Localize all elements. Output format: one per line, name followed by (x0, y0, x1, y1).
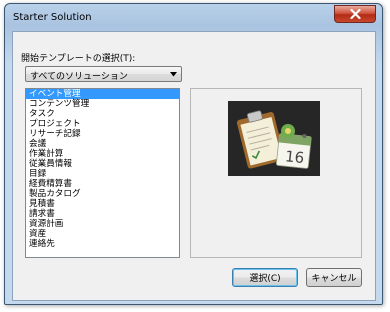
list-item[interactable]: 製品カタログ (26, 189, 179, 199)
template-select-label: 開始テンプレートの選択(T): (21, 54, 136, 64)
list-item[interactable]: 目録 (26, 169, 179, 179)
select-button[interactable]: 選択(C) (232, 268, 298, 287)
svg-text:16: 16 (284, 147, 305, 167)
close-button[interactable] (334, 5, 376, 23)
template-listbox[interactable]: イベント管理 コンテンツ管理 タスク プロジェクト リサーチ記録 会議 作業計算 従業員情報目… (25, 88, 180, 258)
list-item[interactable]: 会議 (26, 139, 179, 149)
title-bar[interactable]: Starter Solution (5, 4, 382, 30)
close-icon (349, 9, 361, 19)
list-item[interactable]: 請求書 (26, 209, 179, 219)
list-item[interactable]: 見積書 (26, 199, 179, 209)
chevron-down-icon (170, 72, 177, 77)
list-item[interactable]: 資産 (26, 229, 179, 239)
window-title: Starter Solution (13, 12, 92, 23)
list-item[interactable]: プロジェクト (26, 119, 179, 129)
list-item[interactable]: タスク (26, 109, 179, 119)
preview-panel: 16 (190, 88, 362, 258)
list-item[interactable]: 従業員情報 (26, 159, 179, 169)
cancel-button[interactable]: キャンセル (306, 268, 362, 287)
list-item[interactable]: イベント管理 (26, 89, 179, 99)
list-item[interactable]: 資源計画 (26, 219, 179, 229)
list-item[interactable]: 作業計算 (26, 149, 179, 159)
dropdown-value: すべてのソリューション (30, 72, 128, 82)
list-item[interactable]: リサーチ記録 (26, 129, 179, 139)
solution-dropdown[interactable]: すべてのソリューション (25, 66, 182, 82)
list-item[interactable]: コンテンツ管理 (26, 99, 179, 109)
list-item[interactable]: 連絡先 (26, 239, 179, 249)
clipboard-calendar-icon: 16 (228, 101, 320, 176)
list-item[interactable]: 経費精算書 (26, 179, 179, 189)
